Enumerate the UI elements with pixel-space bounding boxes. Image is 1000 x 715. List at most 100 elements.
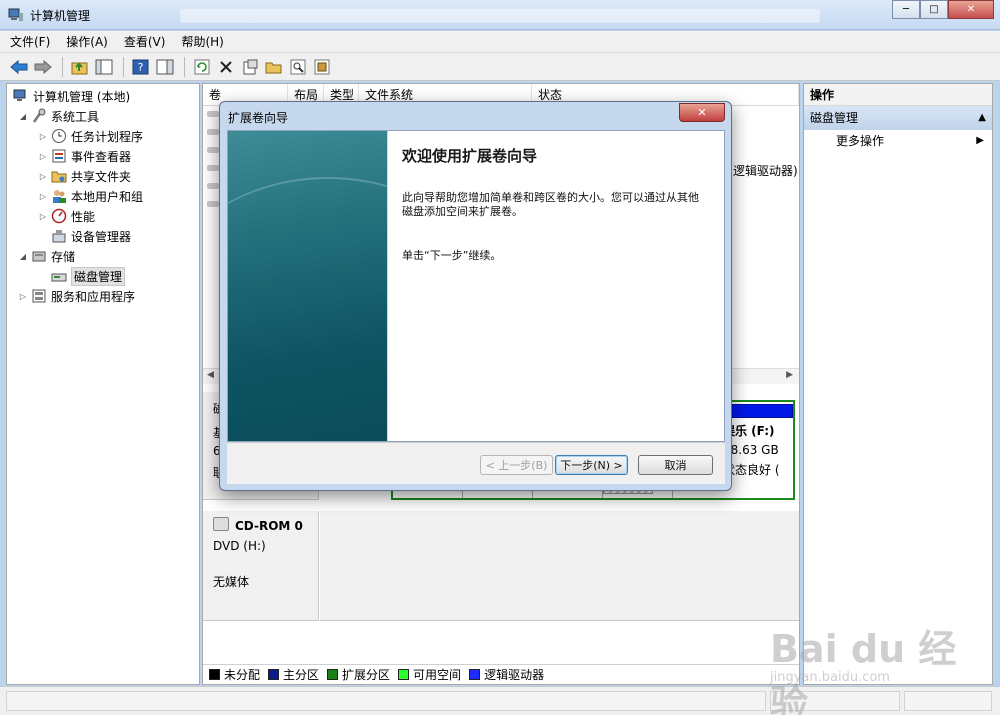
collapse-arrow-icon[interactable]: ▷ [37, 152, 49, 161]
settings-icon[interactable] [311, 56, 333, 78]
wizard-banner-image [228, 131, 387, 441]
scroll-left-icon[interactable]: ◀ [207, 370, 214, 380]
collapse-arrow-icon[interactable]: ▷ [37, 192, 49, 201]
tree-label-storage: 存储 [51, 249, 76, 264]
legend: 未分配 主分区 扩展分区 可用空间 逻辑驱动器 [203, 664, 799, 684]
navigation-tree: 计算机管理 (本地) ◢ 系统工具 ▷ 任务计划程序 ▷ 事件查看器 ▷ 共享文… [6, 83, 200, 685]
expand-arrow-icon[interactable]: ◢ [17, 112, 29, 121]
search-icon[interactable] [287, 56, 309, 78]
minimize-button[interactable]: ─ [892, 0, 920, 19]
scroll-right-icon[interactable]: ▶ [786, 370, 793, 380]
drive-icon [207, 129, 219, 135]
tree-item-device-manager[interactable]: 设备管理器 [49, 226, 131, 246]
collapse-arrow-icon[interactable]: ▷ [17, 292, 29, 301]
toolbar: ? [0, 53, 1000, 81]
wizard-body: 欢迎使用扩展卷向导 此向导帮助您增加简单卷和跨区卷的大小。您可以通过从其他磁盘添… [227, 130, 725, 442]
tree-label-event-viewer: 事件查看器 [71, 149, 132, 164]
wizard-title: 扩展卷向导 [228, 111, 289, 125]
tree-label-task-scheduler: 任务计划程序 [71, 129, 144, 144]
wizard-close-button[interactable]: ✕ [679, 103, 725, 122]
users-icon [53, 190, 66, 203]
drive-icon [207, 165, 219, 171]
cdrom-0-label[interactable]: CD-ROM 0 DVD (H:) 无媒体 [203, 511, 319, 621]
next-button[interactable]: 下一步(N) > [555, 455, 628, 475]
maximize-button[interactable]: □ [920, 0, 948, 19]
refresh-icon[interactable] [191, 56, 213, 78]
collapse-up-icon[interactable]: ▲ [978, 106, 986, 130]
expand-arrow-icon[interactable]: ◢ [17, 252, 29, 261]
menu-help[interactable]: 帮助(H) [181, 33, 223, 50]
legend-primary: 主分区 [268, 666, 319, 683]
up-folder-icon[interactable] [69, 56, 91, 78]
extend-volume-wizard: 扩展卷向导 ✕ 欢迎使用扩展卷向导 此向导帮助您增加简单卷和跨区卷的大小。您可以… [219, 101, 732, 491]
properties-icon[interactable] [239, 56, 261, 78]
legend-extended: 扩展分区 [327, 666, 390, 683]
menu-file[interactable]: 文件(F) [10, 33, 50, 50]
more-actions-item[interactable]: 更多操作 ▶ [804, 130, 992, 152]
watermark-brand: Bai du 经验 [770, 627, 957, 715]
menu-action[interactable]: 操作(A) [66, 33, 108, 50]
legend-swatch [398, 669, 410, 680]
collapse-arrow-icon[interactable]: ▷ [37, 172, 49, 181]
tree-item-shared-folders[interactable]: ▷ 共享文件夹 [37, 166, 131, 186]
window-title: 计算机管理 [30, 9, 91, 23]
tree-label-local-users: 本地用户和组 [71, 189, 144, 204]
tree-item-performance[interactable]: ▷ 性能 [37, 206, 95, 226]
collapse-arrow-icon[interactable]: ▷ [37, 132, 49, 141]
tree-item-disk-management[interactable]: 磁盘管理 [49, 266, 126, 286]
legend-swatch [268, 669, 280, 680]
forward-arrow-icon[interactable] [32, 56, 54, 78]
shared-folder-icon [51, 171, 67, 183]
volume-f-name: 娱乐 (F:) [723, 424, 775, 438]
tree-item-storage[interactable]: ◢ 存储 [17, 246, 75, 266]
actions-section-disk-management[interactable]: 磁盘管理 ▲ [804, 106, 992, 130]
cancel-button[interactable]: 取消 [638, 455, 713, 475]
tree-item-system-tools[interactable]: ◢ 系统工具 [17, 106, 99, 126]
back-button[interactable]: < 上一步(B) [480, 455, 553, 475]
performance-icon [51, 208, 67, 224]
cdrom-drive: DVD (H:) [213, 539, 266, 553]
collapse-arrow-icon[interactable]: ▷ [37, 212, 49, 221]
storage-icon [32, 251, 46, 262]
legend-label: 未分配 [224, 668, 261, 682]
drive-icon [207, 111, 219, 117]
show-hide-tree-icon[interactable] [93, 56, 115, 78]
volume-f-status: 状态良好 ( [723, 463, 780, 477]
tree-label-device-manager: 设备管理器 [71, 229, 132, 244]
tree-label-shared-folders: 共享文件夹 [71, 169, 132, 184]
tree-item-event-viewer[interactable]: ▷ 事件查看器 [37, 146, 131, 166]
tree-item-root[interactable]: 计算机管理 (本地) [11, 86, 130, 106]
more-actions-label: 更多操作 [836, 134, 885, 148]
legend-swatch [327, 669, 339, 680]
logical-drive-bar [723, 404, 793, 418]
tree-label-system-tools: 系统工具 [51, 109, 100, 124]
tree-label-disk-management: 磁盘管理 [71, 266, 126, 286]
menu-view[interactable]: 查看(V) [124, 33, 166, 50]
submenu-arrow-icon: ▶ [976, 135, 984, 146]
back-arrow-icon[interactable] [8, 56, 30, 78]
tree-label-performance: 性能 [71, 209, 96, 224]
disk-management-icon [51, 273, 67, 282]
delete-icon[interactable] [215, 56, 237, 78]
volume-f[interactable]: 娱乐 (F:) 98.63 GB 状态良好 ( [723, 404, 793, 494]
open-folder-icon[interactable] [263, 56, 285, 78]
properties-panel-icon[interactable] [154, 56, 176, 78]
volume-f-size: 98.63 GB [723, 443, 779, 457]
tree-item-local-users[interactable]: ▷ 本地用户和组 [37, 186, 143, 206]
legend-unallocated: 未分配 [209, 666, 260, 683]
tree-label-root: 计算机管理 (本地) [33, 89, 131, 104]
status-pane [6, 691, 766, 711]
actions-header: 操作 [804, 84, 992, 106]
tree-item-task-scheduler[interactable]: ▷ 任务计划程序 [37, 126, 143, 146]
wizard-content: 欢迎使用扩展卷向导 此向导帮助您增加简单卷和跨区卷的大小。您可以通过从其他磁盘添… [387, 131, 724, 441]
title-bar: 计算机管理 ─ □ ✕ [0, 0, 1000, 30]
toolbar-separator [184, 56, 185, 77]
cdrom-0-area[interactable] [320, 511, 799, 621]
cdrom-icon [213, 517, 229, 531]
volume-status-partial: 逻辑驱动器) [733, 164, 798, 178]
tree-item-services[interactable]: ▷ 服务和应用程序 [17, 286, 135, 306]
legend-label: 可用空间 [413, 668, 462, 682]
close-button[interactable]: ✕ [948, 0, 994, 19]
legend-free-space: 可用空间 [398, 666, 461, 683]
help-icon[interactable]: ? [130, 56, 152, 78]
